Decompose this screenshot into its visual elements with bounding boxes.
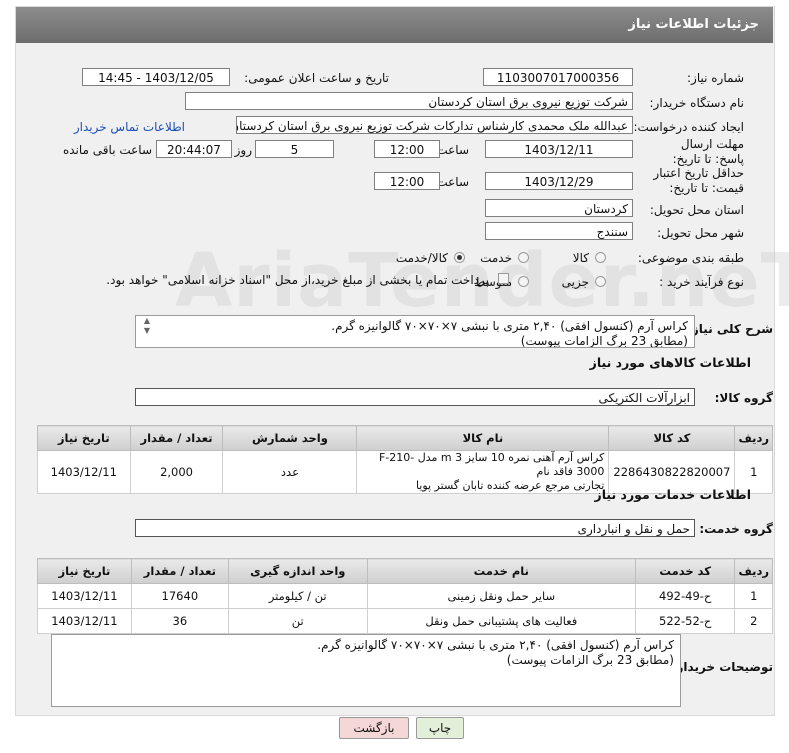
city-field: سنندج [485,222,633,240]
goods-col-row: ردیف [734,425,773,451]
services-col-qty: تعداد / مقدار [130,558,229,584]
province-label: استان محل تحویل: [649,203,744,217]
page-title: جزئیات اطلاعات نیاز [628,17,759,32]
goods-cell-name: کراس آرم آهنی نمره 10 سایز 3 m مدل F-210… [356,450,610,494]
goods-cell-date: 1403/12/11 [37,450,131,494]
goods-name-line-2: تجارتی مرجع عرضه کننده تابان گستر پویا [415,479,605,492]
goods-col-unit: واحد شمارش [222,425,358,451]
category-radio-goods-service[interactable] [454,252,465,263]
services-cell-name: فعالیت های پشتیبانی حمل ونقل [366,608,636,634]
goods-table: ردیف کد کالا نام کالا واحد شمارش تعداد /… [37,425,773,494]
creator-label: ایجاد کننده درخواست: [633,120,744,134]
process-radio-medium[interactable] [518,276,529,287]
services-col-code: کد خدمت [634,558,736,584]
services-cell-code: ح-49-492 [634,583,736,609]
buyer-field: شرکت توزیع نیروی برق استان کردستان [185,92,633,110]
services-cell-qty: 17640 [130,583,229,609]
need-number-field: 1103007017000356 [483,68,633,86]
services-col-row: ردیف [734,558,773,584]
summary-label: شرح کلی نیاز: [687,322,773,336]
goods-section-title: اطلاعات کالاهای مورد نیاز [589,355,751,370]
announce-field: 1403/12/05 - 14:45 [82,68,230,86]
services-cell-unit: تن / کیلومتر [227,583,368,609]
back-button[interactable]: بازگشت [339,717,409,739]
validity-label: حداقل تاریخ اعتبار قیمت: تا تاریخ: [653,166,744,195]
category-label: طبقه بندی موضوعی: [637,251,744,265]
goods-col-qty: تعداد / مقدار [129,425,224,451]
buyer-notes-line-1: کراس آرم (کنسول افقی) ۲,۴۰ متری با نبشی … [317,638,674,652]
announce-label: تاریخ و ساعت اعلان عمومی: [244,71,389,85]
goods-cell-qty: 2,000 [129,450,224,494]
services-section-title: اطلاعات خدمات مورد نیاز [594,487,752,502]
deadline-label: مهلت ارسال پاسخ: تا تاریخ: [672,137,744,166]
deadline-date-field: 1403/12/11 [485,140,633,158]
services-group-label: گروه خدمت: [699,522,773,536]
category-option-goods-service: کالا/خدمت [395,251,448,265]
goods-col-date: تاریخ نیاز [37,425,131,451]
buyer-contact-link[interactable]: اطلاعات تماس خریدار [74,120,185,134]
services-cell-row: 2 [734,608,773,634]
summary-line-1: کراس آرم (کنسول افقی) ۲,۴۰ متری با نبشی … [331,319,688,333]
need-number-label: شماره نیاز: [687,71,744,85]
remaining-word: ساعت باقی مانده [62,143,152,157]
validity-date-field: 1403/12/29 [485,172,633,190]
validity-time-field: 12:00 [374,172,440,190]
print-button[interactable]: چاپ [416,717,464,739]
summary-line-2: (مطابق 23 برگ الزامات پیوست) [520,334,688,348]
category-radio-service[interactable] [518,252,529,263]
days-field: 5 [255,140,334,158]
services-col-date: تاریخ نیاز [37,558,132,584]
goods-group-field: ابزارآلات الکتریکی [135,388,695,406]
category-option-service: خدمت [480,251,512,265]
validity-time-word: ساعت [436,175,469,189]
treasury-payment-note: پرداخت تمام یا بخشی از مبلغ خرید،از محل … [106,273,489,287]
textarea-scroll-arrows-icon[interactable]: ▲ ▼ [141,316,153,346]
goods-col-code: کد کالا [608,425,736,451]
services-cell-unit: تن [227,608,368,634]
deadline-time-word: ساعت [436,143,469,157]
services-cell-row: 1 [734,583,773,609]
goods-name-line-1: کراس آرم آهنی نمره 10 سایز 3 m مدل F-210… [378,451,605,478]
services-col-unit: واحد اندازه گیری [227,558,368,584]
buyer-notes-line-2: (مطابق 23 برگ الزامات پیوست) [506,653,674,667]
creator-field: عبدالله ملک محمدی کارشناس تدارکات شرکت ت… [236,116,633,134]
services-group-field: حمل و نقل و انبارداری [135,519,695,537]
process-radio-minor[interactable] [595,276,606,287]
buyer-notes-textarea[interactable]: کراس آرم (کنسول افقی) ۲,۴۰ متری با نبشی … [51,634,681,707]
goods-col-name: نام کالا [356,425,610,451]
buyer-notes-label: توضیحات خریدار: [671,660,773,674]
treasury-payment-checkbox[interactable] [498,273,509,284]
table-row: 1 ح-49-492 سایر حمل ونقل زمینی تن / کیلو… [37,583,773,609]
buyer-label: نام دستگاه خریدار: [649,96,745,110]
table-row: 2 ح-52-522 فعالیت های پشتیبانی حمل ونقل … [37,608,773,634]
services-cell-qty: 36 [130,608,229,634]
category-radio-goods[interactable] [595,252,606,263]
services-col-name: نام خدمت [366,558,636,584]
process-option-minor: جزیی [561,275,589,289]
panel-header: جزئیات اطلاعات نیاز [16,7,773,43]
services-cell-code: ح-52-522 [634,608,736,634]
city-label: شهر محل تحویل: [657,226,744,240]
deadline-time-field: 12:00 [374,140,440,158]
services-cell-date: 1403/12/11 [37,583,132,609]
goods-group-label: گروه کالا: [714,391,773,405]
services-cell-date: 1403/12/11 [37,608,132,634]
remaining-time-field: 20:44:07 [156,140,232,158]
summary-textarea[interactable]: کراس آرم (کنسول افقی) ۲,۴۰ متری با نبشی … [135,315,695,348]
province-field: کردستان [485,199,633,217]
goods-cell-unit: عدد [222,450,358,494]
services-cell-name: سایر حمل ونقل زمینی [366,583,636,609]
category-option-goods: کالا [572,251,589,265]
process-label: نوع فرآیند خرید : [659,275,744,289]
services-table: ردیف کد خدمت نام خدمت واحد اندازه گیری ت… [37,558,773,634]
